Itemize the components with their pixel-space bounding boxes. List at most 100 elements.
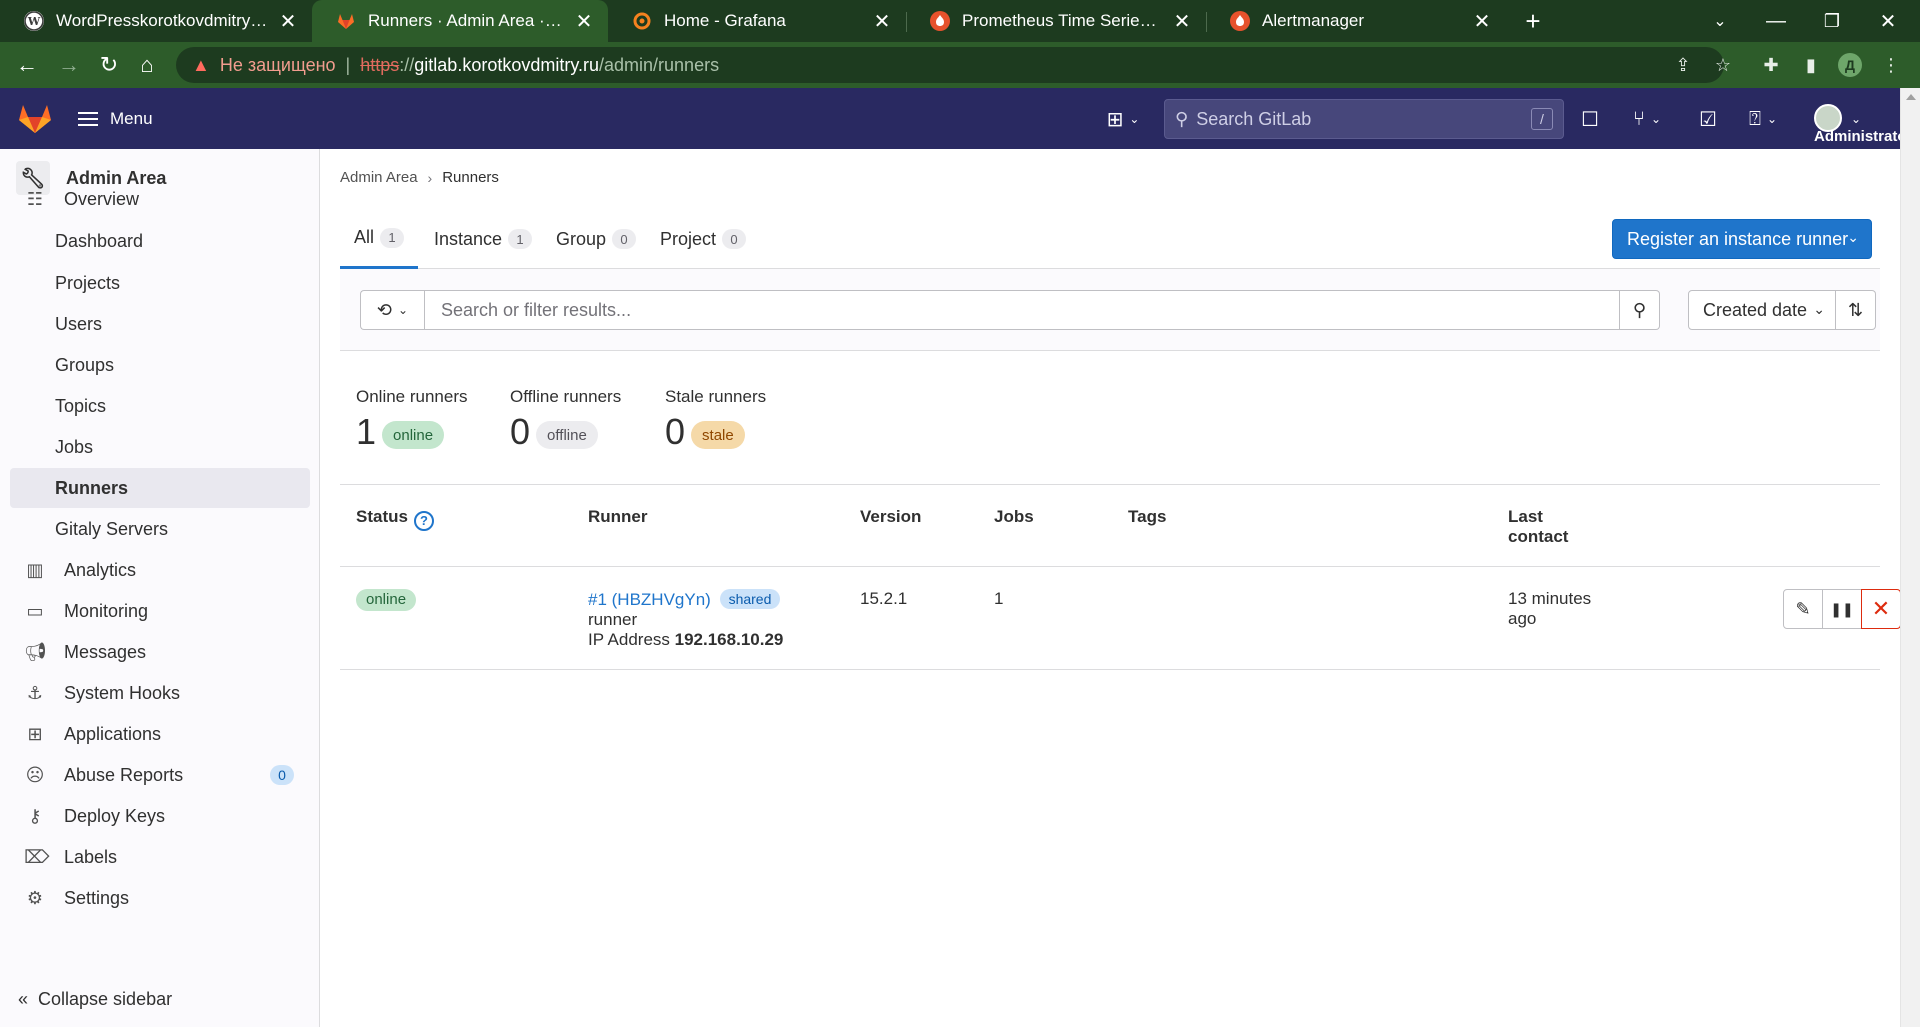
sidebar-item-monitoring[interactable]: ▭ Monitoring (10, 591, 310, 631)
sidebar-item-applications[interactable]: ⊞ Applications (10, 714, 310, 754)
sidebar-item-label: Messages (64, 641, 147, 662)
merge-requests-icon[interactable]: ⑂ ⌄ (1624, 103, 1670, 135)
filter-search-input[interactable]: Search or filter results... (424, 290, 1620, 330)
stat-count: 0 (665, 411, 686, 452)
sidebar-item-system-hooks[interactable]: ⚓︎ System Hooks (10, 673, 310, 713)
scroll-up-icon[interactable] (1906, 94, 1916, 100)
delete-runner-button[interactable]: ✕ (1861, 589, 1901, 629)
close-tab-icon[interactable]: ✕ (572, 9, 596, 33)
messages-icon: 📢︎ (24, 641, 47, 662)
minimize-button[interactable]: — (1748, 0, 1804, 42)
share-icon[interactable]: ⇪ (1668, 50, 1698, 80)
restore-button[interactable]: ❐ (1804, 0, 1860, 42)
table-row: online #1 (HBZHVgYn) shared runner IP Ad… (340, 567, 1901, 670)
runner-link[interactable]: #1 (HBZHVgYn) (588, 590, 711, 609)
sidebar-item-groups[interactable]: Groups (10, 345, 310, 385)
tab-project[interactable]: Project 0 (646, 209, 760, 269)
sort-direction-icon[interactable]: ⇅ (1836, 290, 1876, 330)
sidebar-item-topics[interactable]: Topics (10, 386, 310, 426)
key-icon: ⚷ (28, 805, 42, 826)
sidebar-item-settings[interactable]: ⚙ Settings (10, 878, 310, 918)
close-tab-icon[interactable]: ✕ (276, 9, 300, 33)
search-icon[interactable]: ⚲ (1620, 290, 1660, 330)
menu-label: Menu (110, 109, 153, 128)
new-tab-button[interactable]: + (1518, 6, 1548, 36)
runner-type-badge: shared (719, 589, 781, 609)
status-badge: online (382, 421, 445, 449)
tab-count: 0 (722, 229, 747, 249)
browser-tab-wordpress[interactable]: W WordPresskorotkovdmitry — Ещ ✕ (0, 0, 312, 42)
browser-menu-icon[interactable]: ⋮ (1876, 50, 1906, 80)
sidebar-item-dashboard[interactable]: Dashboard (10, 221, 310, 261)
sidebar-item-analytics[interactable]: ▥ Analytics (10, 550, 310, 590)
main-content: Admin Area › Runners All 1 Instance 1 Gr… (320, 149, 1901, 1027)
close-window-button[interactable]: ✕ (1860, 0, 1916, 42)
stat-label: Stale runners (665, 387, 767, 406)
url-field[interactable]: ▲ Не защищено | https://gitlab.korotkovd… (176, 47, 1724, 83)
sidebar-item-deploy-keys[interactable]: ⚷ Deploy Keys (10, 796, 310, 836)
collapse-sidebar-button[interactable]: « Collapse sidebar (18, 989, 172, 1010)
tab-search-icon[interactable]: ⌄ (1692, 0, 1748, 42)
todos-icon[interactable]: ☑ (1694, 103, 1722, 135)
menu-button[interactable]: Menu (78, 102, 153, 136)
sidebar-item-abuse-reports[interactable]: ☹ Abuse Reports 0 (10, 755, 310, 795)
back-icon[interactable]: ← (12, 50, 42, 80)
side-panel-icon[interactable]: ▮ (1796, 50, 1826, 80)
runners-table-header: Status? Runner Version Jobs Tags Last co… (340, 485, 1880, 567)
ip-value: 192.168.10.29 (674, 630, 784, 649)
profile-avatar[interactable]: Д (1838, 53, 1862, 77)
gitlab-logo-icon[interactable] (18, 102, 52, 134)
analytics-icon: ▥ (26, 559, 44, 580)
svg-text:W: W (27, 15, 41, 28)
tab-instance[interactable]: Instance 1 (420, 209, 546, 269)
help-icon[interactable]: ⍰ ⌄ (1740, 103, 1786, 135)
filter-placeholder: Search or filter results... (441, 299, 632, 320)
prometheus-icon (930, 11, 950, 31)
forward-icon[interactable]: → (54, 50, 84, 80)
gitlab-top-bar: Menu ⊞ ⌄ ⚲ Search GitLab / ☐ ⑂ ⌄ ☑ ⍰ ⌄ ⌄… (0, 88, 1912, 149)
stat-label: Offline runners (510, 387, 622, 406)
sort-dropdown[interactable]: Created date ⌄ (1688, 290, 1836, 330)
issues-icon[interactable]: ☐ (1576, 103, 1604, 135)
browser-tab-grafana[interactable]: Home - Grafana ✕ (608, 0, 906, 42)
page-scrollbar[interactable] (1900, 88, 1920, 1027)
register-instance-runner-button[interactable]: Register an instance runner ⌄ (1612, 219, 1872, 259)
runner-version: 15.2.1 (860, 589, 908, 608)
sidebar-item-projects[interactable]: Projects (10, 263, 310, 303)
breadcrumb-admin-area[interactable]: Admin Area (340, 169, 418, 186)
close-tab-icon[interactable]: ✕ (870, 9, 894, 33)
search-input[interactable]: ⚲ Search GitLab / (1164, 99, 1564, 139)
close-tab-icon[interactable]: ✕ (1470, 9, 1494, 33)
extensions-icon[interactable]: ✚ (1756, 50, 1786, 80)
reload-icon[interactable]: ↻ (94, 50, 124, 80)
browser-tab-prometheus[interactable]: Prometheus Time Series Collectic ✕ (906, 0, 1206, 42)
sidebar-item-label: Analytics (64, 559, 137, 580)
sidebar-item-gitaly-servers[interactable]: Gitaly Servers (10, 509, 310, 549)
create-new-icon[interactable]: ⊞ ⌄ (1100, 103, 1146, 135)
browser-tab-gitlab[interactable]: Runners · Admin Area · GitLab ✕ (312, 0, 608, 42)
tab-label: Instance (434, 228, 503, 249)
edit-runner-button[interactable]: ✎ (1783, 589, 1823, 629)
stat-offline: Offline runners 0 offline (510, 387, 621, 453)
browser-tab-alertmanager[interactable]: Alertmanager ✕ (1206, 0, 1506, 42)
column-label: contact (1508, 527, 1569, 546)
settings-icon: ⚙ (26, 887, 44, 908)
sidebar-item-labels[interactable]: ⌦ Labels (10, 837, 310, 877)
tab-group[interactable]: Group 0 (542, 209, 650, 269)
close-tab-icon[interactable]: ✕ (1170, 9, 1194, 33)
help-circle-icon[interactable]: ? (413, 511, 434, 531)
sidebar-item-runners[interactable]: Runners (10, 468, 310, 508)
home-icon[interactable]: ⌂ (132, 50, 162, 80)
sidebar-item-messages[interactable]: 📢︎ Messages (10, 632, 310, 672)
pause-runner-button[interactable]: ❚❚ (1822, 589, 1862, 629)
double-chevron-left-icon: « (18, 989, 29, 1009)
tab-all[interactable]: All 1 (340, 209, 419, 269)
sidebar-item-users[interactable]: Users (10, 304, 310, 344)
bookmark-star-icon[interactable]: ☆ (1708, 50, 1738, 80)
recent-searches-button[interactable]: ⟲ ⌄ (360, 290, 424, 330)
breadcrumb-runners[interactable]: Runners (442, 169, 499, 186)
sidebar-item-overview[interactable]: ☷ Overview (10, 179, 310, 219)
sidebar-item-label: Monitoring (64, 600, 149, 621)
tab-label: Group (556, 228, 607, 249)
sidebar-item-jobs[interactable]: Jobs (10, 427, 310, 467)
